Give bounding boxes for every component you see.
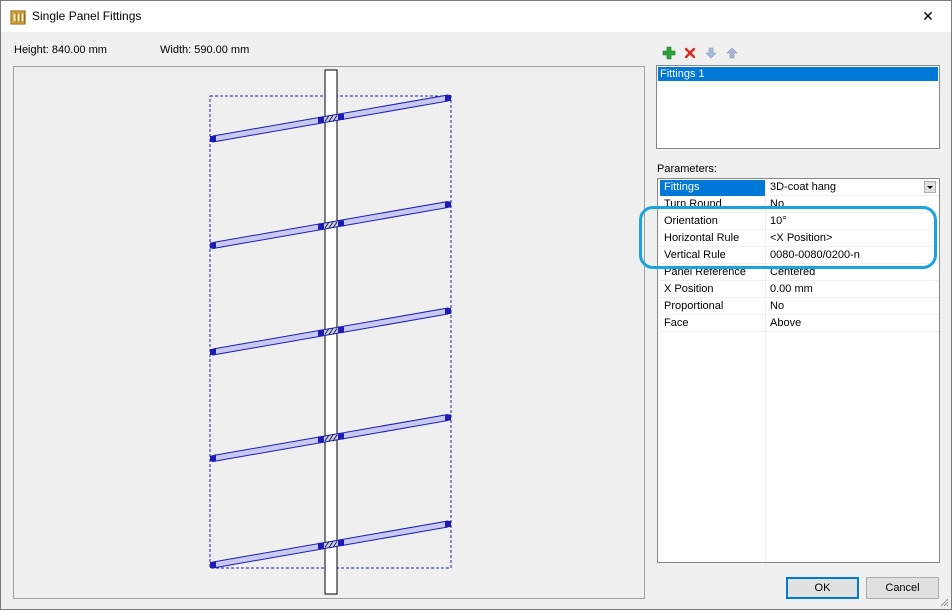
dropdown-button[interactable]	[924, 181, 936, 193]
chevron-down-icon	[927, 186, 933, 189]
fitting-handle	[318, 542, 324, 549]
panel-height-label: Height: 840.00 mm	[14, 44, 107, 56]
param-name: Proportional	[664, 300, 724, 312]
panel-width-label: Width: 590.00 mm	[160, 44, 250, 56]
fitting-handle	[445, 95, 451, 101]
fitting-handle	[210, 562, 216, 568]
fitting-handle	[338, 326, 344, 333]
param-value[interactable]: Above	[770, 317, 801, 329]
param-name: Fittings	[664, 181, 700, 193]
fitting-handle	[338, 539, 344, 546]
fitting-handle	[445, 308, 451, 314]
annotation-highlight	[639, 206, 937, 269]
move-up-icon[interactable]	[725, 46, 739, 60]
fitting-handle	[445, 414, 451, 421]
param-value[interactable]: 3D-coat hang	[770, 181, 836, 193]
cancel-button[interactable]: Cancel	[866, 577, 939, 599]
fitting-handle	[210, 349, 216, 355]
resize-grip-icon[interactable]	[939, 597, 949, 607]
fitting-handle	[445, 521, 451, 527]
fitting-handle	[210, 136, 216, 142]
param-value[interactable]: No	[770, 300, 784, 312]
fitting-handle	[338, 433, 344, 440]
add-icon[interactable]	[662, 46, 676, 60]
param-row-face[interactable]: Face Above	[659, 315, 939, 332]
window-title: Single Panel Fittings	[32, 9, 142, 23]
param-row-proportional[interactable]: Proportional No	[659, 298, 939, 315]
app-icon	[10, 9, 26, 25]
fitting-handle	[318, 436, 324, 443]
panel-preview-canvas[interactable]	[13, 66, 645, 599]
fitting-handle	[210, 455, 216, 462]
title-bar: Single Panel Fittings ✕	[1, 1, 951, 32]
param-name: X Position	[664, 283, 714, 295]
fitting-handle	[445, 201, 451, 208]
fittings-list[interactable]: Fittings 1	[656, 65, 940, 149]
close-button[interactable]: ✕	[905, 1, 951, 32]
fitting-handle	[338, 220, 344, 227]
param-row-fittings[interactable]: Fittings 3D-coat hang	[659, 179, 939, 196]
param-name: Face	[664, 317, 689, 329]
move-down-icon[interactable]	[704, 46, 718, 60]
close-icon: ✕	[922, 8, 934, 24]
fitting-handle	[318, 329, 324, 336]
param-row-x-position[interactable]: X Position 0.00 mm	[659, 281, 939, 298]
param-value[interactable]: 0.00 mm	[770, 283, 813, 295]
delete-icon[interactable]	[683, 46, 697, 60]
ok-button[interactable]: OK	[786, 577, 859, 599]
parameters-label: Parameters:	[657, 163, 717, 175]
fittings-list-item[interactable]: Fittings 1	[658, 67, 938, 81]
fitting-handle	[210, 242, 216, 249]
fitting-handle	[318, 223, 324, 230]
dialog-window: Single Panel Fittings ✕ Height: 840.00 m…	[0, 0, 952, 610]
fitting-handle	[338, 113, 344, 120]
fitting-handle	[318, 116, 324, 123]
